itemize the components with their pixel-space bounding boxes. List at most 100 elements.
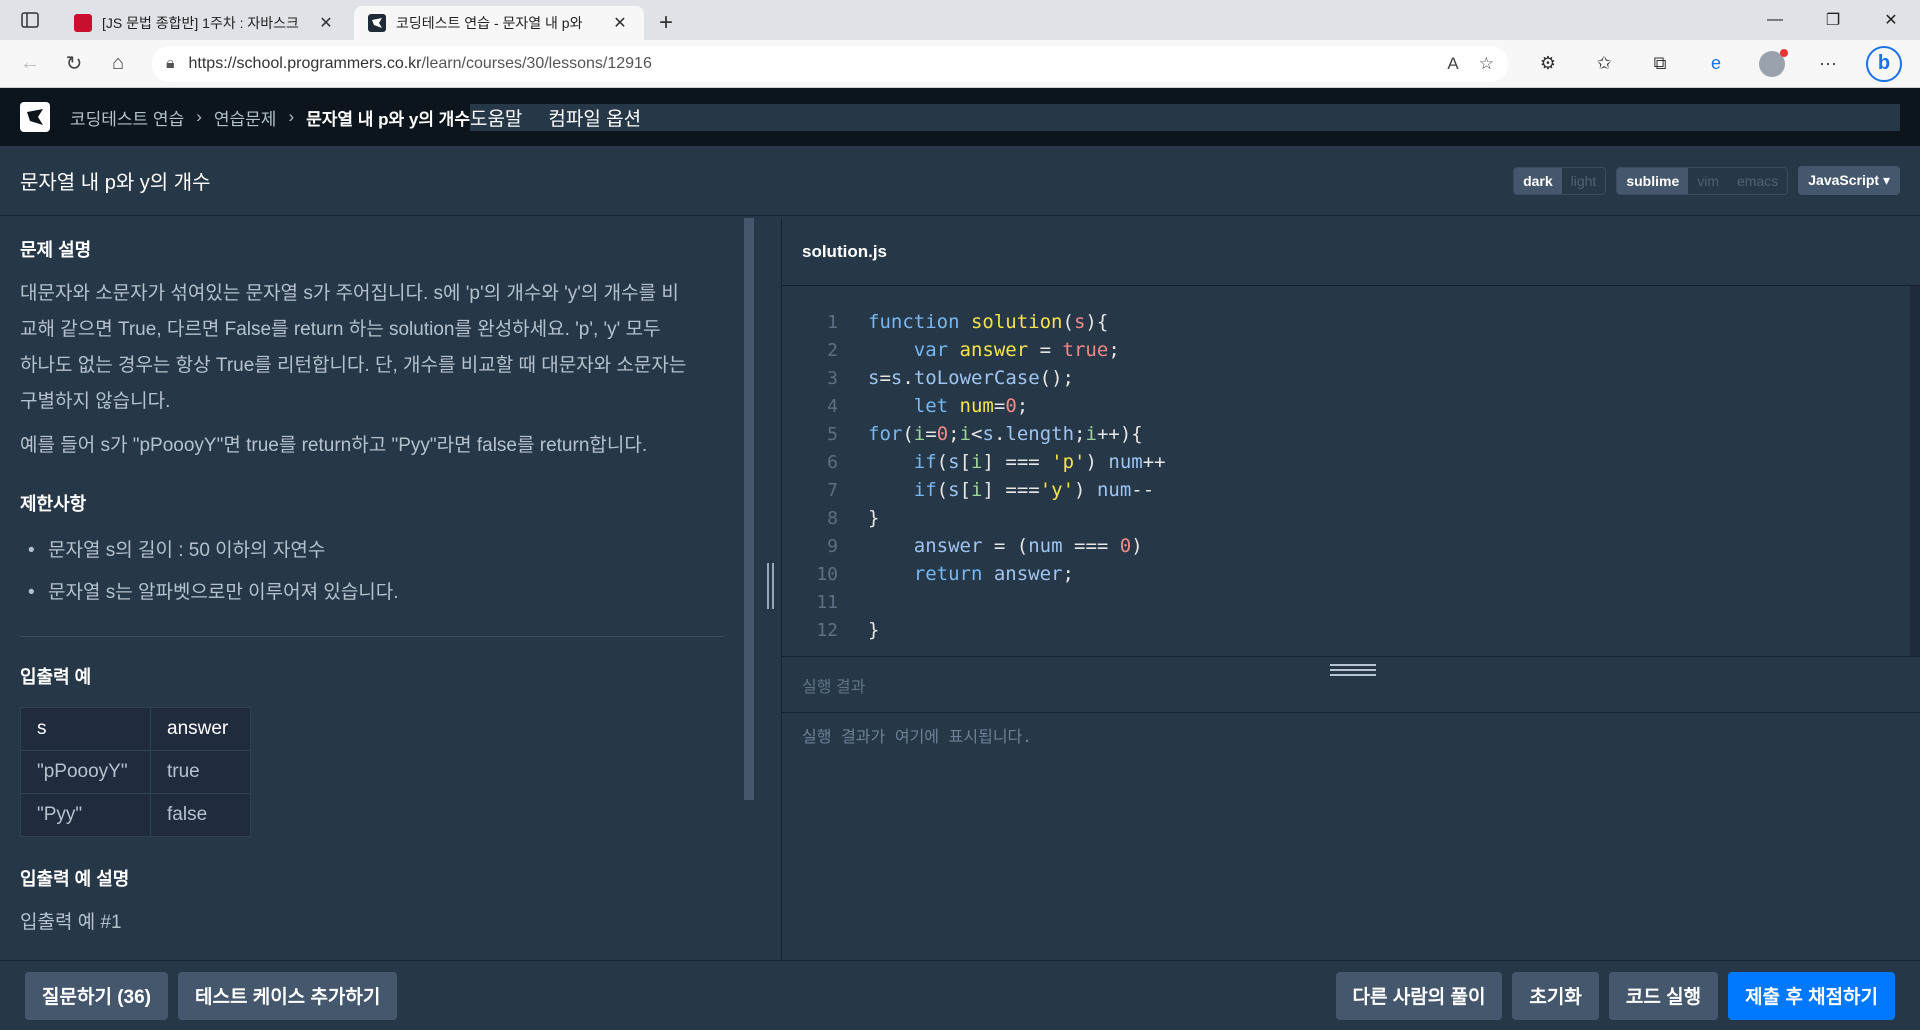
restore-icon[interactable]: ❐ xyxy=(1804,0,1862,40)
ie-mode-icon[interactable]: e xyxy=(1688,44,1744,84)
description-line: 대문자와 소문자가 섞여있는 문자열 s가 주어집니다. s에 'p'의 개수와… xyxy=(20,283,679,304)
code-line: 11 xyxy=(782,588,1920,616)
line-number: 2 xyxy=(827,339,838,361)
theme-dark-option[interactable]: dark xyxy=(1514,167,1562,194)
refresh-icon[interactable]: ↻ xyxy=(52,44,96,84)
chevron-right-icon: › xyxy=(288,107,295,126)
line-number: 8 xyxy=(827,507,838,529)
book-icon xyxy=(74,14,92,32)
line-number: 7 xyxy=(827,479,838,501)
constraints-heading: 제한사항 xyxy=(20,494,87,514)
table-cell: false xyxy=(150,793,251,837)
profile-icon[interactable] xyxy=(1744,44,1800,84)
editor-panel: solution.js 1 function solution(s){ 2 var… xyxy=(782,218,1920,960)
keymap-vim-option[interactable]: vim xyxy=(1688,168,1728,194)
window-controls: — ❐ ✕ xyxy=(1746,0,1920,40)
line-number: 9 xyxy=(827,535,838,557)
breadcrumb: 코딩테스트 연습 › 연습문제 › 문자열 내 p와 y의 개수 xyxy=(70,105,470,130)
new-tab-button[interactable]: + xyxy=(648,6,684,40)
home-icon[interactable]: ⌂ xyxy=(96,44,140,84)
line-number: 1 xyxy=(827,311,838,333)
tab-title: 코딩테스트 연습 - 문자열 내 p와 xyxy=(396,15,583,31)
io-desc-heading: 입출력 예 설명 xyxy=(20,869,130,889)
caret-down-icon: ▾ xyxy=(1882,172,1890,188)
code-editor[interactable]: 1 function solution(s){ 2 var answer = tr… xyxy=(782,286,1920,656)
table-cell: "pPoooyY" xyxy=(20,750,151,794)
description-line: 구별하지 않습니다. xyxy=(20,391,171,412)
code-line: 7 if(s[i] ==='y') num-- xyxy=(782,476,1920,504)
browser-tab[interactable]: [JS 문법 종합반] 1주차 : 자바스크 ✕ xyxy=(60,6,350,40)
panel-splitter-handle[interactable] xyxy=(762,563,778,613)
table-header-cell: answer xyxy=(150,707,251,751)
back-icon[interactable]: ← xyxy=(8,44,52,84)
description-heading: 문제 설명 xyxy=(20,240,92,260)
description-line: 교해 같으면 True, 다르면 False를 return 하는 soluti… xyxy=(20,319,661,340)
main-area: 문제 설명 대문자와 소문자가 섞여있는 문자열 s가 주어집니다. s에 'p… xyxy=(0,218,1920,960)
code-line: 4 let num=0; xyxy=(782,392,1920,420)
lesson-title-bar: 문자열 내 p와 y의 개수 dark light sublime vim em… xyxy=(0,146,1920,216)
editor-filename: solution.js xyxy=(782,218,1920,286)
io-heading: 입출력 예 xyxy=(20,667,92,687)
problem-scrollbar[interactable] xyxy=(744,218,754,800)
browser-tab-active[interactable]: 코딩테스트 연습 - 문자열 내 p와 ✕ xyxy=(354,6,644,40)
question-button[interactable]: 질문하기 (36) xyxy=(25,971,168,1020)
minimize-icon[interactable]: — xyxy=(1746,0,1804,40)
theme-light-option[interactable]: light xyxy=(1562,168,1606,194)
language-select[interactable]: JavaScript ▾ xyxy=(1798,166,1900,195)
submit-button[interactable]: 제출 후 채점하기 xyxy=(1728,971,1895,1020)
bing-copilot-icon[interactable]: b xyxy=(1856,44,1912,84)
favorites-icon[interactable]: ✩ xyxy=(1576,44,1632,84)
url-field[interactable]: 🔒︎ https://school.programmers.co.kr/lear… xyxy=(152,45,1508,82)
url-text: https://school.programmers.co.kr/learn/c… xyxy=(189,55,1428,73)
result-output: 실행 결과가 여기에 표시됩니다. xyxy=(802,727,1032,746)
language-label: JavaScript xyxy=(1808,172,1880,188)
breadcrumb-link[interactable]: 연습문제 xyxy=(214,105,277,130)
line-number: 11 xyxy=(816,591,838,613)
table-row: "pPoooyY" true xyxy=(20,750,251,794)
extensions-icon[interactable]: ⚙ xyxy=(1520,44,1576,84)
code-line: 5 for(i=0;i<s.length;i++){ xyxy=(782,420,1920,448)
help-link[interactable]: 도움말 xyxy=(470,104,522,131)
example-text: 예를 들어 s가 "pPoooyY"면 true를 return하고 "Pyy"… xyxy=(20,435,648,456)
others-solutions-button[interactable]: 다른 사람의 풀이 xyxy=(1335,971,1503,1020)
tab-actions-icon[interactable] xyxy=(0,0,60,40)
code-line: 10 return answer; xyxy=(782,560,1920,588)
table-row: "Pyy" false xyxy=(20,793,251,837)
description-line: 하나도 없는 경우는 항상 True를 리턴합니다. 단, 개수를 비교할 때 … xyxy=(20,355,687,376)
code-line: 12} xyxy=(782,616,1920,644)
breadcrumb-link[interactable]: 코딩테스트 연습 xyxy=(70,105,184,130)
line-number: 12 xyxy=(816,619,838,641)
add-testcase-button[interactable]: 테스트 케이스 추가하기 xyxy=(178,971,398,1020)
editor-scrollbar[interactable] xyxy=(1910,286,1920,656)
add-favorite-icon[interactable]: ☆ xyxy=(1479,54,1494,74)
constraints-list: 문자열 s의 길이 : 50 이하의 자연수 문자열 s는 알파벳으로만 이루어… xyxy=(20,530,724,614)
line-number: 10 xyxy=(816,563,838,585)
code-line: 1 function solution(s){ xyxy=(782,308,1920,336)
divider xyxy=(20,636,724,637)
io-table: s answer "pPoooyY" true "Pyy" false xyxy=(20,707,251,837)
code-line: 8} xyxy=(782,504,1920,532)
problem-content: 문제 설명 대문자와 소문자가 섞여있는 문자열 s가 주어집니다. s에 'p… xyxy=(0,218,744,960)
problem-panel: 문제 설명 대문자와 소문자가 섞여있는 문자열 s가 주어집니다. s에 'p… xyxy=(0,218,782,960)
action-bar: 질문하기 (36) 테스트 케이스 추가하기 다른 사람의 풀이 초기화 코드 … xyxy=(0,960,1920,1030)
close-icon[interactable]: ✕ xyxy=(610,13,630,33)
read-aloud-icon[interactable]: A xyxy=(1447,54,1458,74)
compile-options-link[interactable]: 컴파일 옵션 xyxy=(548,104,641,131)
programmers-logo-icon[interactable] xyxy=(20,102,50,132)
collections-icon[interactable]: ⧉ xyxy=(1632,44,1688,84)
keymap-emacs-option[interactable]: emacs xyxy=(1728,168,1787,194)
table-cell: "Pyy" xyxy=(20,793,151,837)
theme-toggle: dark light xyxy=(1513,166,1607,195)
line-number: 6 xyxy=(827,451,838,473)
more-icon[interactable]: ··· xyxy=(1800,44,1856,84)
constraint-item: 문자열 s의 길이 : 50 이하의 자연수 xyxy=(28,530,724,572)
run-code-button[interactable]: 코드 실행 xyxy=(1608,971,1719,1020)
close-window-icon[interactable]: ✕ xyxy=(1862,0,1920,40)
keymap-sublime-option[interactable]: sublime xyxy=(1617,167,1689,194)
close-icon[interactable]: ✕ xyxy=(316,13,336,33)
url-path: /learn/courses/30/lessons/12916 xyxy=(421,54,652,72)
reset-button[interactable]: 초기화 xyxy=(1512,971,1599,1020)
lock-icon[interactable]: 🔒︎ xyxy=(166,55,175,73)
table-cell: true xyxy=(150,750,251,794)
resize-handle-icon[interactable] xyxy=(1330,664,1376,676)
